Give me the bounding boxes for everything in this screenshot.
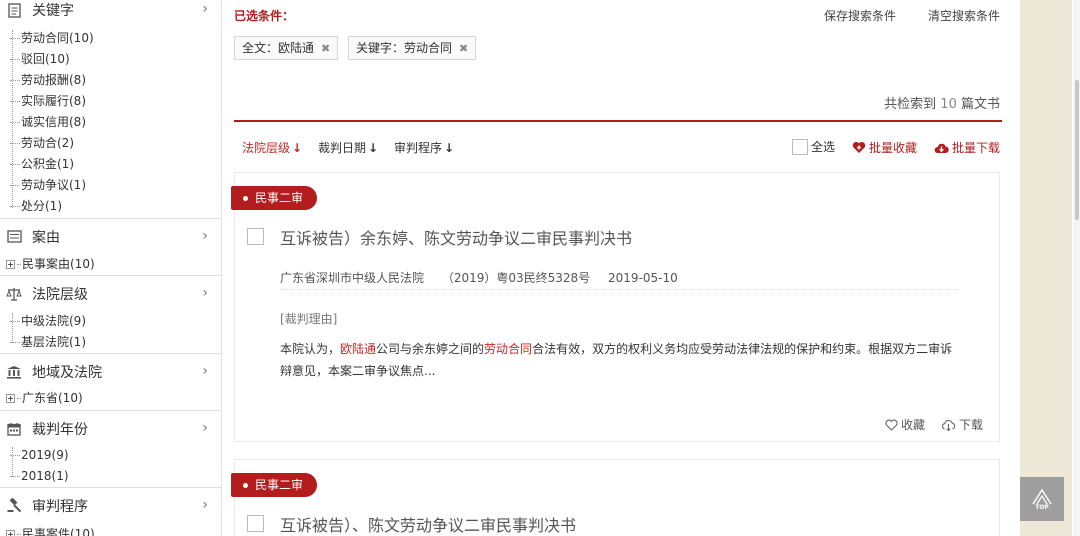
section-title: 审判程序 (32, 498, 88, 515)
remove-chip-icon[interactable]: ✖ (459, 42, 468, 55)
case-type-tag: 民事二审 (231, 473, 318, 497)
clear-search-link[interactable]: 清空搜索条件 (928, 7, 1000, 24)
tree-item[interactable]: 基层法院(1) (10, 332, 86, 353)
right-rail (1020, 0, 1072, 536)
result-card: 民事二审 互诉被告）余东婷、陈文劳动争议二审民事判决书 广东省深圳市中级人民法院… (231, 172, 1000, 442)
cloud-download-icon (942, 419, 956, 431)
tree-item[interactable]: 民事案由(10) (6, 254, 95, 275)
tree-item[interactable]: 民事案件(10) (6, 524, 95, 536)
result-title-link[interactable]: 互诉被告）、陈文劳动争议二审民事判决书 (280, 512, 576, 536)
expand-icon (6, 260, 15, 269)
result-excerpt: 本院认为，欧陆通公司与余东婷之间的劳动合同合法有效，双方的权利义务均应受劳动法律… (280, 342, 953, 378)
heart-icon (885, 419, 898, 431)
tree-item[interactable]: 2018(1) (10, 466, 69, 487)
tree-item[interactable]: 驳回(10) (10, 49, 70, 70)
judgment-date: 2019-05-10 (608, 271, 678, 285)
case-number: （2019）粤03民终5328号 (441, 271, 591, 285)
calendar-icon (6, 421, 22, 437)
tree-item[interactable]: 公积金(1) (10, 154, 74, 175)
section-title: 案由 (32, 229, 60, 246)
sort-trial-procedure[interactable]: 审判程序 ↓ (394, 139, 454, 156)
filter-chip-keyword: 关键字：劳动合同 ✖ (348, 36, 477, 60)
courthouse-icon (6, 364, 22, 380)
tree-item[interactable]: 劳动争议(1) (10, 175, 86, 196)
expand-icon (6, 394, 15, 403)
tree-item[interactable]: 劳动合同(10) (10, 28, 94, 49)
section-keywords[interactable]: 关键字 › (0, 0, 221, 28)
section-court-level[interactable]: 法院层级 › (0, 275, 221, 311)
back-to-top-button[interactable]: TOP (1020, 477, 1064, 521)
result-checkbox[interactable] (247, 228, 264, 245)
scrollbar-thumb[interactable] (1075, 80, 1079, 220)
batch-favorite-button[interactable]: 批量收藏 (852, 139, 917, 156)
save-search-link[interactable]: 保存搜索条件 (824, 7, 896, 24)
section-region-court[interactable]: 地域及法院 › (0, 353, 221, 389)
chevron-right-icon: › (202, 285, 208, 301)
scales-icon (6, 286, 22, 302)
sort-judgment-date[interactable]: 裁判日期 ↓ (318, 139, 378, 156)
checkbox[interactable] (792, 138, 808, 155)
list-icon (6, 229, 22, 245)
filter-chip-fulltext: 全文：欧陆通 ✖ (234, 36, 339, 60)
section-title: 地域及法院 (32, 364, 102, 381)
favorite-button[interactable]: 收藏 (885, 416, 925, 433)
chevron-right-icon: › (202, 228, 208, 244)
tree-item[interactable]: 诚实信用(8) (10, 112, 86, 133)
results-main: 已选条件： 保存搜索条件 清空搜索条件 全文：欧陆通 ✖ 关键字：劳动合同 ✖ 共检… (231, 0, 1002, 536)
result-count: 共检索到 10 篇文书 (884, 97, 1000, 112)
cloud-download-icon (934, 143, 949, 153)
tree-item[interactable]: 中级法院(9) (10, 311, 86, 332)
section-title: 法院层级 (32, 286, 88, 303)
divider (234, 120, 1002, 122)
result-title-link[interactable]: 互诉被告）余东婷、陈文劳动争议二审民事判决书 (280, 225, 632, 249)
chevron-right-icon: › (202, 1, 208, 17)
batch-download-button[interactable]: 批量下载 (934, 139, 1000, 156)
divider (280, 289, 958, 290)
result-meta: 广东省深圳市中级人民法院 （2019）粤03民终5328号 2019-05-10 (280, 269, 692, 286)
section-title: 关键字 (32, 3, 74, 19)
tree-item[interactable]: 劳动报酬(8) (10, 70, 86, 91)
expand-icon (6, 530, 15, 536)
result-card: 民事二审 互诉被告）、陈文劳动争议二审民事判决书 (231, 459, 1000, 536)
remove-chip-icon[interactable]: ✖ (321, 42, 330, 55)
court-name: 广东省深圳市中级人民法院 (280, 271, 425, 285)
section-title: 裁判年份 (32, 421, 88, 438)
document-icon (6, 2, 22, 18)
filter-sidebar: 关键字 › 劳动合同(10) 驳回(10) 劳动报酬(8) 实际履行(8) 诚实… (0, 0, 222, 536)
result-checkbox[interactable] (247, 515, 264, 532)
case-type-tag: 民事二审 (231, 186, 318, 210)
chevron-right-icon: › (202, 497, 208, 513)
tree-item[interactable]: 广东省(10) (6, 388, 83, 409)
heart-plus-icon (852, 141, 866, 153)
section-judgment-year[interactable]: 裁判年份 › (0, 410, 221, 446)
reason-label: [裁判理由] (280, 312, 338, 326)
selected-conditions-label: 已选条件： (234, 9, 295, 23)
tree-item[interactable]: 处分(1) (10, 196, 62, 217)
tree-item[interactable]: 实际履行(8) (10, 91, 86, 112)
tree-item[interactable]: 劳动合(2) (10, 133, 74, 154)
section-trial-procedure[interactable]: 审判程序 › (0, 487, 221, 523)
download-button[interactable]: 下载 (941, 416, 983, 433)
chevron-right-icon: › (202, 363, 208, 379)
sort-court-level[interactable]: 法院层级 ↓ (242, 139, 302, 156)
gavel-icon (6, 498, 22, 514)
chevron-right-icon: › (202, 420, 208, 436)
section-cause[interactable]: 案由 › (0, 218, 221, 254)
tree-item[interactable]: 2019(9) (10, 445, 69, 466)
select-all-checkbox[interactable]: 全选 (792, 138, 835, 155)
